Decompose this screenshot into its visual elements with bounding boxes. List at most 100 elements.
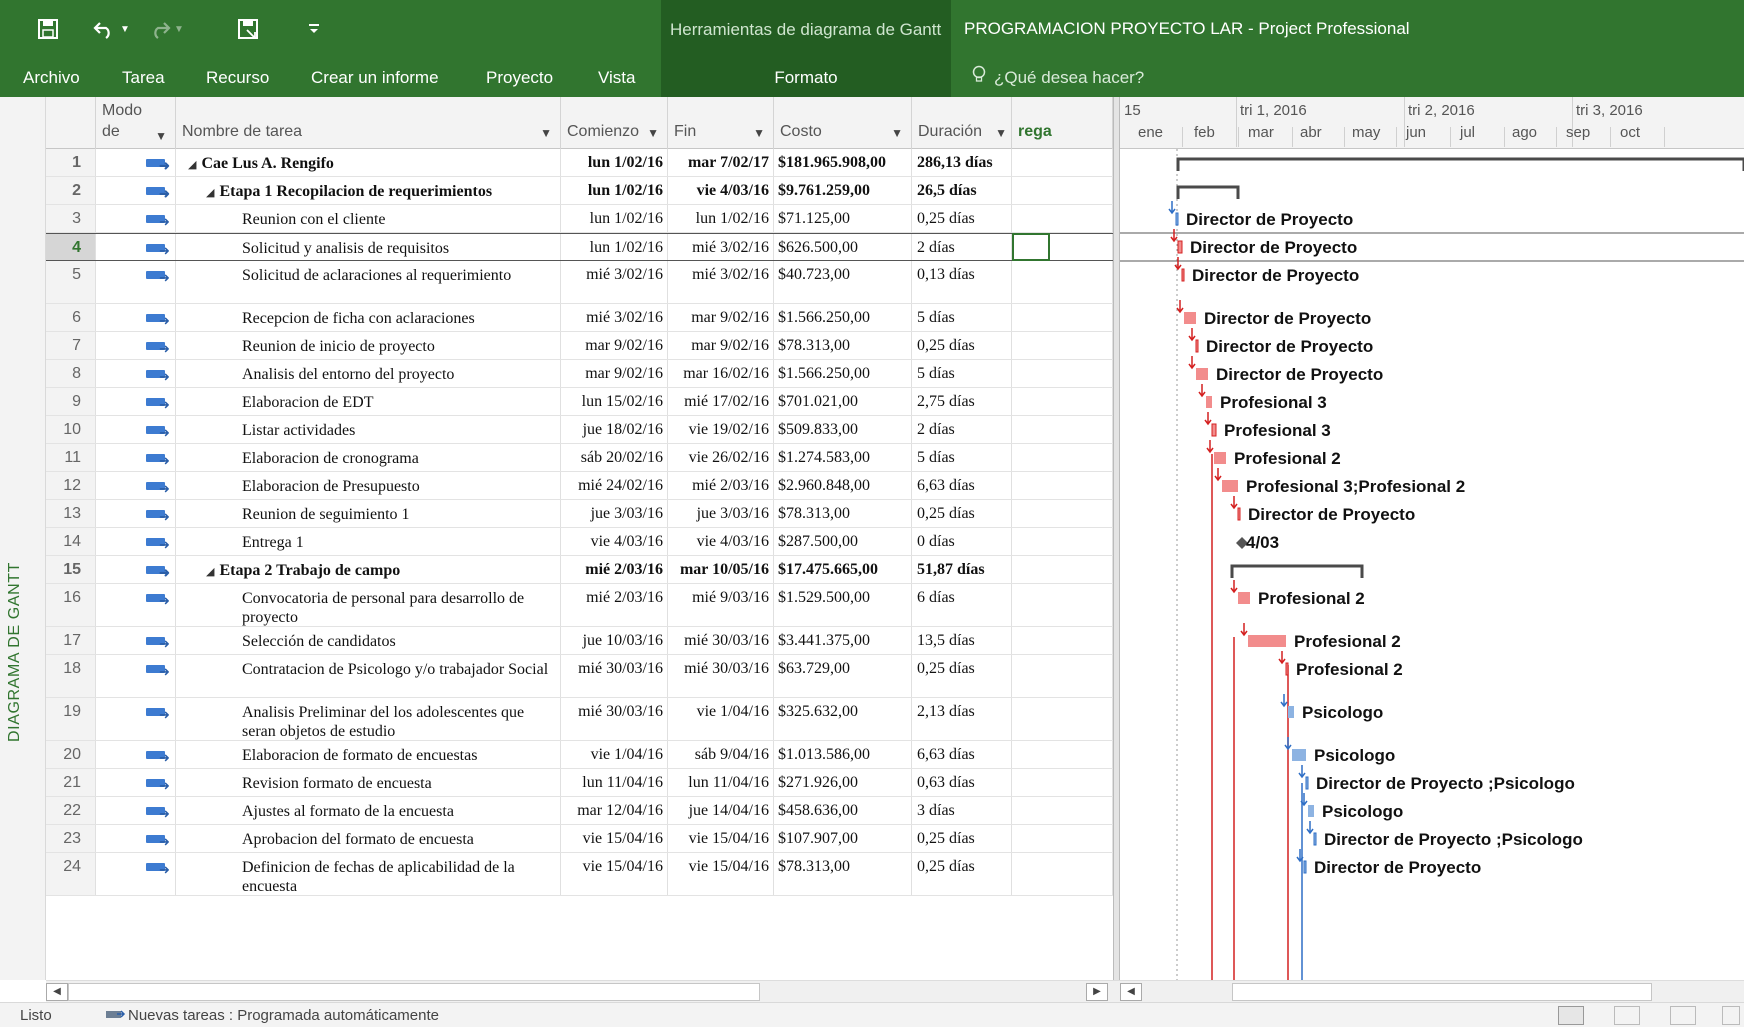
- extra-cell[interactable]: [1012, 177, 1113, 204]
- finish-cell[interactable]: mar 9/02/16: [668, 332, 774, 359]
- extra-cell[interactable]: [1012, 472, 1113, 499]
- start-cell[interactable]: vie 15/04/16: [561, 825, 668, 852]
- task-mode-cell[interactable]: ➜: [96, 388, 176, 415]
- task-bar[interactable]: [1181, 268, 1185, 282]
- gantt-scroll-thumb[interactable]: [1232, 983, 1652, 1001]
- table-row[interactable]: 7 ➜ Reunion de inicio de proyecto mar 9/02/…: [46, 332, 1113, 360]
- row-id[interactable]: 3: [46, 205, 96, 232]
- finish-cell[interactable]: vie 1/04/16: [668, 698, 774, 740]
- row-id[interactable]: 24: [46, 853, 96, 895]
- row-id[interactable]: 20: [46, 741, 96, 768]
- duration-cell[interactable]: 3 días: [912, 797, 1012, 824]
- scroll-left-icon[interactable]: ◀: [46, 983, 68, 1001]
- task-mode-cell[interactable]: ➜: [96, 797, 176, 824]
- duration-cell[interactable]: 0,25 días: [912, 205, 1012, 232]
- start-cell[interactable]: mié 30/03/16: [561, 655, 668, 697]
- row-id[interactable]: 14: [46, 528, 96, 555]
- row-id[interactable]: 19: [46, 698, 96, 740]
- start-cell[interactable]: sáb 20/02/16: [561, 444, 668, 471]
- table-row[interactable]: 14 ➜ Entrega 1 vie 4/03/16 vie 4/03/16 $287.5…: [46, 528, 1113, 556]
- tell-me-box[interactable]: ¿Qué desea hacer?: [972, 58, 1144, 97]
- cost-cell[interactable]: $2.960.848,00: [774, 472, 912, 499]
- row-id[interactable]: 11: [46, 444, 96, 471]
- chevron-down-icon[interactable]: ▼: [753, 126, 765, 140]
- start-cell[interactable]: mié 3/02/16: [561, 304, 668, 331]
- finish-cell[interactable]: mar 7/02/17: [668, 149, 774, 176]
- duration-cell[interactable]: 2 días: [912, 416, 1012, 443]
- cost-cell[interactable]: $40.723,00: [774, 261, 912, 303]
- table-row[interactable]: 2 ➜ ◢ Etapa 1 Recopilacion de requerimiento…: [46, 177, 1113, 205]
- task-mode-cell[interactable]: ➜: [96, 627, 176, 654]
- row-id[interactable]: 7: [46, 332, 96, 359]
- row-id[interactable]: 18: [46, 655, 96, 697]
- tab-recurso[interactable]: Recurso: [206, 58, 269, 97]
- row-id[interactable]: 23: [46, 825, 96, 852]
- duration-cell[interactable]: 6 días: [912, 584, 1012, 626]
- task-mode-cell[interactable]: ➜: [96, 416, 176, 443]
- task-bar[interactable]: [1211, 423, 1217, 437]
- task-mode-cell[interactable]: ➜: [96, 698, 176, 740]
- duration-cell[interactable]: 0,25 días: [912, 853, 1012, 895]
- dependency-arrow[interactable]: [1204, 412, 1212, 426]
- collapse-triangle-icon[interactable]: ◢: [188, 159, 196, 171]
- table-row[interactable]: 16 ➜ Convocatoria de personal para desarro…: [46, 584, 1113, 627]
- task-name-cell[interactable]: Definicion de fechas de aplicabilidad de…: [176, 853, 561, 895]
- row-id[interactable]: 8: [46, 360, 96, 387]
- task-mode-cell[interactable]: ➜: [96, 655, 176, 697]
- table-row[interactable]: 3 ➜ Reunion con el cliente lun 1/02/16 lun 1…: [46, 205, 1113, 233]
- extra-cell[interactable]: [1012, 797, 1113, 824]
- task-mode-cell[interactable]: ➜: [96, 332, 176, 359]
- task-bar[interactable]: [1313, 832, 1317, 846]
- cost-cell[interactable]: $458.636,00: [774, 797, 912, 824]
- row-id[interactable]: 13: [46, 500, 96, 527]
- task-mode-cell[interactable]: ➜: [96, 444, 176, 471]
- task-bar[interactable]: [1177, 240, 1183, 254]
- duration-cell[interactable]: 2 días: [912, 234, 1012, 260]
- finish-cell[interactable]: vie 26/02/16: [668, 444, 774, 471]
- extra-cell[interactable]: [1012, 655, 1113, 697]
- duration-cell[interactable]: 6,63 días: [912, 472, 1012, 499]
- finish-cell[interactable]: vie 4/03/16: [668, 528, 774, 555]
- task-mode-cell[interactable]: ➜: [96, 261, 176, 303]
- task-name-cell[interactable]: Analisis Preliminar del los adolescentes…: [176, 698, 561, 740]
- extra-cell[interactable]: [1012, 741, 1113, 768]
- row-id[interactable]: 22: [46, 797, 96, 824]
- extra-cell[interactable]: [1012, 416, 1113, 443]
- extra-cell[interactable]: [1012, 853, 1113, 895]
- task-mode-cell[interactable]: ➜: [96, 528, 176, 555]
- task-bar[interactable]: [1303, 860, 1307, 874]
- cost-cell[interactable]: $271.926,00: [774, 769, 912, 796]
- cost-cell[interactable]: $107.907,00: [774, 825, 912, 852]
- start-cell[interactable]: vie 15/04/16: [561, 853, 668, 895]
- undo-icon[interactable]: ▼: [88, 14, 134, 44]
- finish-cell[interactable]: sáb 9/04/16: [668, 741, 774, 768]
- dependency-arrow[interactable]: [1174, 257, 1182, 271]
- task-name-cell[interactable]: ◢ Etapa 2 Trabajo de campo: [176, 556, 561, 583]
- start-cell[interactable]: jue 18/02/16: [561, 416, 668, 443]
- dependency-arrow[interactable]: [1206, 440, 1214, 454]
- extra-cell[interactable]: [1012, 149, 1113, 176]
- team-planner-view-icon[interactable]: [1670, 1006, 1696, 1025]
- duration-cell[interactable]: 5 días: [912, 304, 1012, 331]
- extra-cell[interactable]: [1012, 627, 1113, 654]
- save-as-icon[interactable]: [234, 14, 262, 44]
- finish-cell[interactable]: mar 16/02/16: [668, 360, 774, 387]
- extra-cell[interactable]: [1012, 825, 1113, 852]
- tab-formato[interactable]: Formato: [661, 58, 951, 97]
- task-name-cell[interactable]: Analisis del entorno del proyecto: [176, 360, 561, 387]
- table-row[interactable]: 11 ➜ Elaboracion de cronograma sáb 20/02/16…: [46, 444, 1113, 472]
- cost-cell[interactable]: $78.313,00: [774, 500, 912, 527]
- finish-cell[interactable]: jue 14/04/16: [668, 797, 774, 824]
- row-id[interactable]: 16: [46, 584, 96, 626]
- row-id[interactable]: 1: [46, 149, 96, 176]
- start-cell[interactable]: jue 3/03/16: [561, 500, 668, 527]
- row-id[interactable]: 5: [46, 261, 96, 303]
- chevron-down-icon[interactable]: ▼: [995, 126, 1007, 140]
- duration-cell[interactable]: 51,87 días: [912, 556, 1012, 583]
- row-id[interactable]: 21: [46, 769, 96, 796]
- task-mode-cell[interactable]: ➜: [96, 304, 176, 331]
- column-header-cost[interactable]: Costo ▼: [774, 97, 912, 149]
- task-name-cell[interactable]: Solicitud de aclaraciones al requerimien…: [176, 261, 561, 303]
- extra-cell[interactable]: [1012, 444, 1113, 471]
- cost-cell[interactable]: $1.529.500,00: [774, 584, 912, 626]
